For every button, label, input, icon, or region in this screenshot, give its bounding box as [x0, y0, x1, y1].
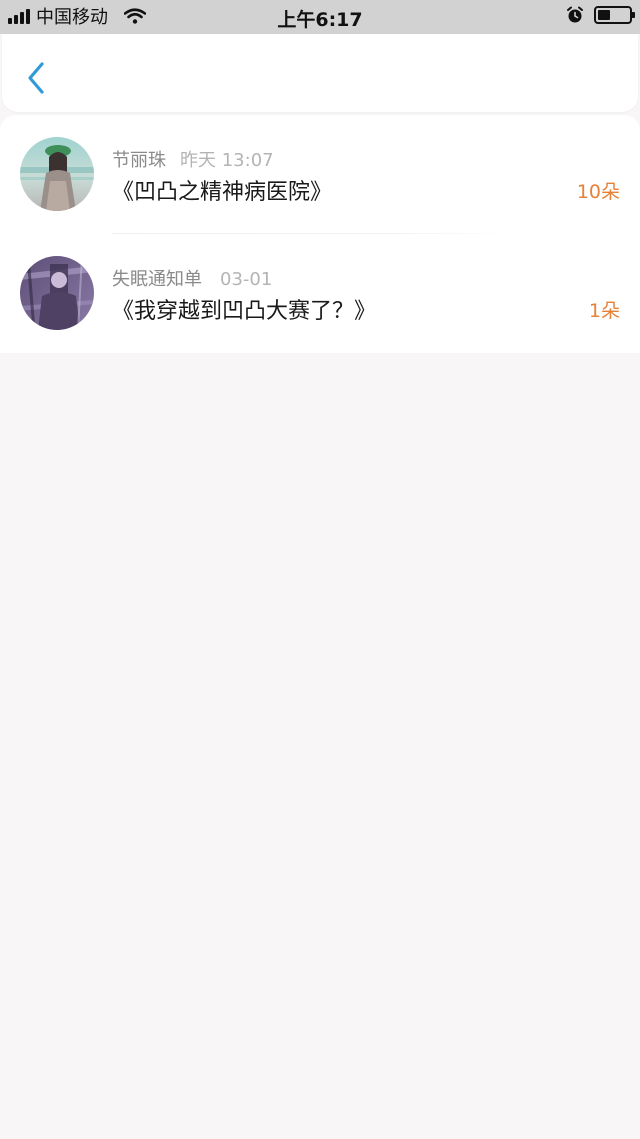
- work-title: 《凹凸之精神病医院》: [112, 180, 333, 205]
- status-bar: 中国移动 上午6:17: [0, 0, 640, 34]
- sender-name: 失眠通知单: [112, 269, 202, 290]
- sender-name: 节丽珠: [112, 150, 166, 171]
- sender-line: 节丽珠 昨天 13:07: [112, 146, 274, 172]
- chevron-left-icon: [28, 62, 44, 94]
- battery-icon: [594, 6, 635, 24]
- sent-time: 昨天 13:07: [180, 150, 274, 171]
- work-title: 《我穿越到凹凸大赛了？》: [112, 299, 377, 324]
- sent-time: 03-01: [220, 269, 273, 290]
- status-right: [566, 6, 635, 24]
- list-item[interactable]: 失眠通知单 03-01 《我穿越到凹凸大赛了？》 1朵: [0, 234, 640, 352]
- list-item[interactable]: 节丽珠 昨天 13:07 《凹凸之精神病医院》 10朵: [0, 115, 640, 233]
- alarm-icon: [567, 6, 583, 23]
- status-time: 上午6:17: [277, 9, 363, 31]
- sender-line: 失眠通知单 03-01: [112, 265, 272, 291]
- back-button[interactable]: [20, 58, 52, 98]
- flower-count: 10朵: [576, 181, 620, 203]
- avatar[interactable]: [20, 256, 94, 330]
- gift-list: 节丽珠 昨天 13:07 《凹凸之精神病医院》 10朵 失眠通知单 03-01 …: [0, 115, 640, 353]
- nav-header: [2, 34, 638, 112]
- avatar[interactable]: [20, 137, 94, 211]
- flower-count: 1朵: [588, 300, 620, 322]
